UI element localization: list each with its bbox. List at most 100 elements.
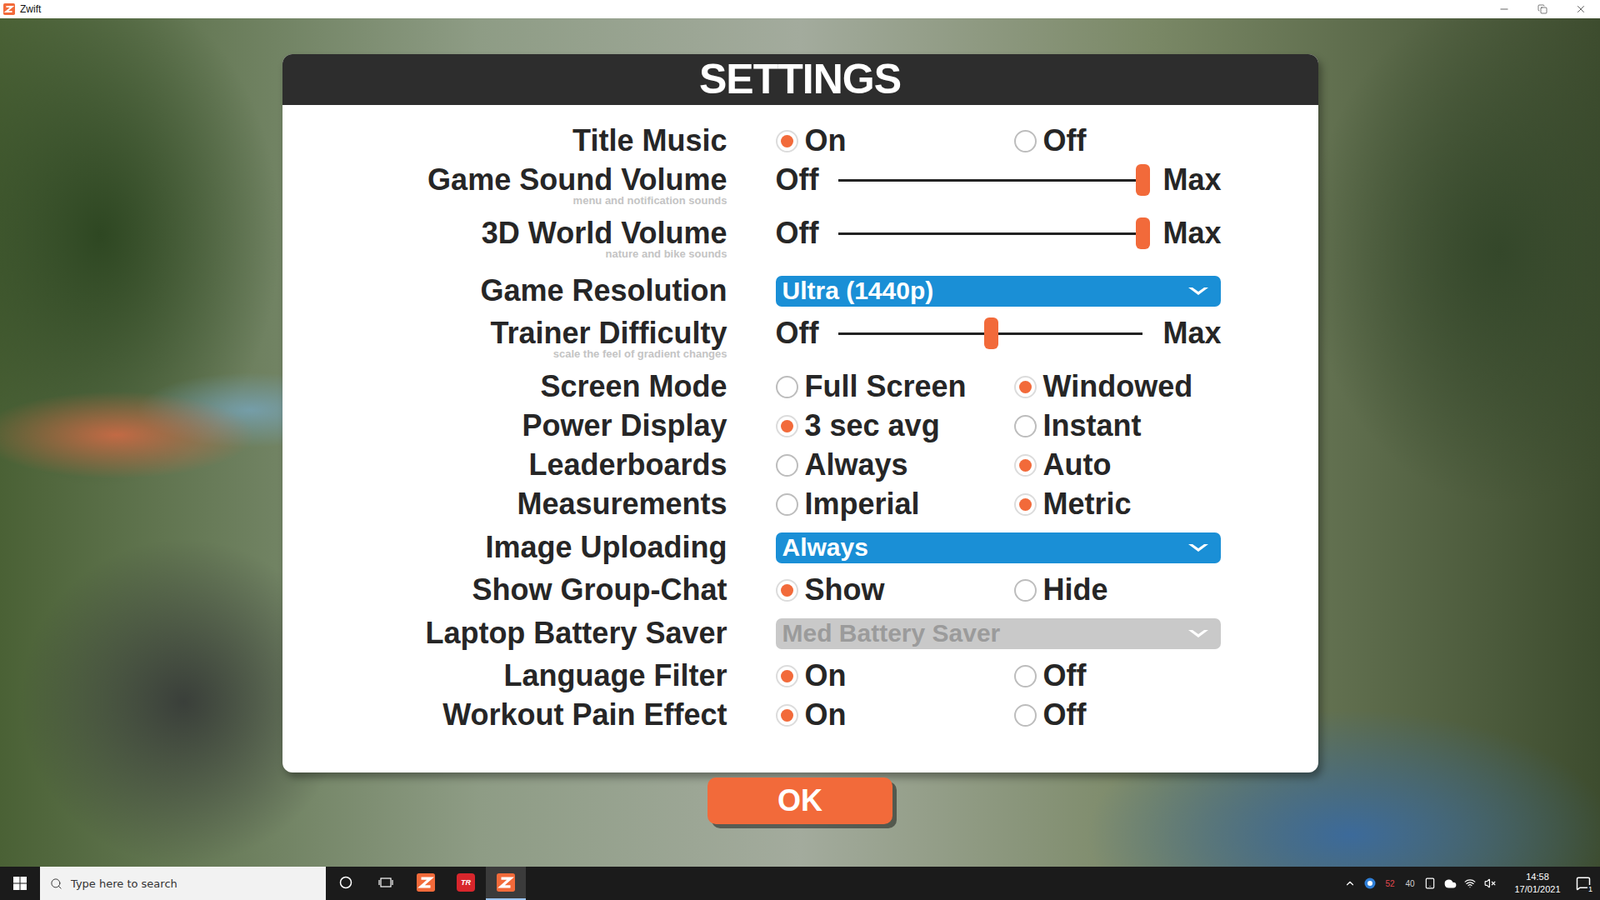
system-tray: 5240 14:5817/01/20211	[1340, 866, 1600, 900]
setting-control: Imperial Metric	[775, 485, 1319, 523]
radio-button[interactable]	[1014, 454, 1037, 477]
setting-label: Trainer Difficulty	[490, 315, 727, 352]
radio-option[interactable]: Metric	[1014, 485, 1253, 523]
radio-label[interactable]: On	[805, 657, 847, 695]
radio-option[interactable]: Off	[1014, 122, 1253, 160]
setting-control: Full Screen Windowed	[775, 368, 1319, 405]
slider: OffMax	[775, 215, 1222, 252]
slider-max-label: Max	[1162, 315, 1221, 352]
radio-option[interactable]: Hide	[1014, 571, 1253, 609]
slider: OffMax	[775, 315, 1222, 352]
radio-label[interactable]: 3 sec avg	[805, 407, 940, 445]
radio-dot	[1019, 380, 1032, 394]
tray-volume[interactable]	[1480, 866, 1500, 900]
radio-option[interactable]: On	[775, 657, 1015, 695]
taskbar-app[interactable]: TR	[445, 866, 486, 900]
radio-label[interactable]: Off	[1043, 696, 1087, 734]
radio-label[interactable]: Windowed	[1043, 368, 1194, 405]
radio-button[interactable]	[775, 579, 799, 602]
slider-track[interactable]	[838, 163, 1143, 197]
setting-control: OffMax	[775, 215, 1319, 252]
radio-option[interactable]: Auto	[1014, 446, 1253, 484]
slider-thumb[interactable]	[984, 317, 999, 350]
restore-button[interactable]	[1523, 0, 1562, 19]
setting-row: 3D World Volumenature and bike soundsOff…	[282, 214, 1319, 268]
slider-track[interactable]	[838, 216, 1143, 250]
dropdown[interactable]: Always	[775, 532, 1221, 564]
setting-label-cell: Laptop Battery Saver	[282, 615, 728, 652]
setting-control: On Off	[775, 696, 1319, 734]
radio-label[interactable]: On	[805, 122, 847, 160]
slider-thumb[interactable]	[1135, 164, 1150, 196]
setting-control: Always	[775, 529, 1319, 566]
radio-option[interactable]: On	[775, 696, 1015, 734]
radio-label[interactable]: On	[805, 696, 847, 734]
radio-button[interactable]	[1014, 704, 1037, 727]
taskbar-app[interactable]	[485, 866, 526, 900]
radio-option[interactable]: 3 sec avg	[775, 407, 1015, 445]
radio-option[interactable]: Always	[775, 446, 1015, 484]
radio-button[interactable]	[1014, 665, 1037, 688]
tray-reading[interactable]: 52	[1380, 879, 1400, 889]
radio-button[interactable]	[1014, 579, 1037, 602]
radio-button[interactable]	[775, 704, 799, 727]
ok-button[interactable]: OK	[707, 777, 893, 825]
radio-label[interactable]: Show	[805, 571, 885, 609]
tray-app[interactable]	[1360, 866, 1380, 900]
tray-onedrive[interactable]	[1440, 866, 1460, 900]
radio-label[interactable]: Hide	[1043, 571, 1109, 609]
setting-label-cell: Language Filter	[282, 657, 728, 695]
tray-reading[interactable]: 40	[1400, 879, 1420, 889]
task-view-icon	[378, 875, 394, 890]
radio-label[interactable]: Metric	[1043, 485, 1132, 523]
radio-button[interactable]	[1014, 130, 1037, 153]
radio-button[interactable]	[1014, 375, 1037, 399]
radio-option[interactable]: Windowed	[1014, 368, 1253, 405]
start-button[interactable]	[0, 866, 40, 900]
radio-button[interactable]	[775, 375, 799, 399]
radio-button[interactable]	[1014, 415, 1037, 438]
setting-label-cell: Title Music	[282, 122, 728, 160]
radio-button[interactable]	[775, 130, 799, 153]
radio-button[interactable]	[775, 493, 799, 516]
radio-button[interactable]	[775, 415, 799, 438]
radio-button[interactable]	[1014, 493, 1037, 516]
task-view-button[interactable]	[365, 866, 406, 900]
radio-label[interactable]: Always	[805, 446, 909, 484]
volume-muted-icon	[1484, 877, 1496, 890]
search-box[interactable]: Type here to search	[40, 866, 326, 900]
radio-label[interactable]: Full Screen	[805, 368, 967, 405]
cortana-button[interactable]	[325, 866, 366, 900]
radio-option[interactable]: Off	[1014, 696, 1253, 734]
radio-label[interactable]: Auto	[1043, 446, 1112, 484]
radio-option[interactable]: Imperial	[775, 485, 1015, 523]
tray-network[interactable]	[1460, 866, 1480, 900]
dropdown-value: Ultra (1440p)	[782, 275, 935, 306]
radio-button[interactable]	[775, 454, 799, 477]
dropdown[interactable]: Ultra (1440p)	[775, 275, 1221, 307]
minimize-button[interactable]	[1485, 0, 1524, 19]
radio-option[interactable]: Full Screen	[775, 368, 1015, 405]
radio-dot	[1019, 459, 1032, 472]
radio-option[interactable]: Show	[775, 571, 1015, 609]
clock[interactable]: 14:5817/01/2021	[1508, 870, 1567, 896]
tray-expand[interactable]	[1340, 866, 1360, 900]
setting-label-cell: Game Resolution	[282, 272, 728, 310]
radio-label[interactable]: Imperial	[805, 485, 920, 523]
radio-label[interactable]: Instant	[1043, 407, 1142, 445]
radio-button[interactable]	[775, 665, 799, 688]
taskbar-app[interactable]	[405, 866, 446, 900]
tray-device[interactable]	[1420, 866, 1440, 900]
radio-option[interactable]: Instant	[1014, 407, 1253, 445]
radio-label[interactable]: Off	[1043, 657, 1087, 695]
close-button[interactable]	[1561, 0, 1600, 19]
slider-track[interactable]	[838, 316, 1143, 350]
radio-label[interactable]: Off	[1043, 122, 1087, 160]
radio-option[interactable]: On	[775, 122, 1015, 160]
setting-label: Title Music	[572, 122, 727, 160]
notification-button[interactable]: 1	[1566, 866, 1600, 900]
setting-label-cell: Measurements	[282, 485, 728, 523]
radio-group: On Off	[775, 696, 1253, 734]
slider-thumb[interactable]	[1135, 217, 1150, 250]
radio-option[interactable]: Off	[1014, 657, 1253, 695]
